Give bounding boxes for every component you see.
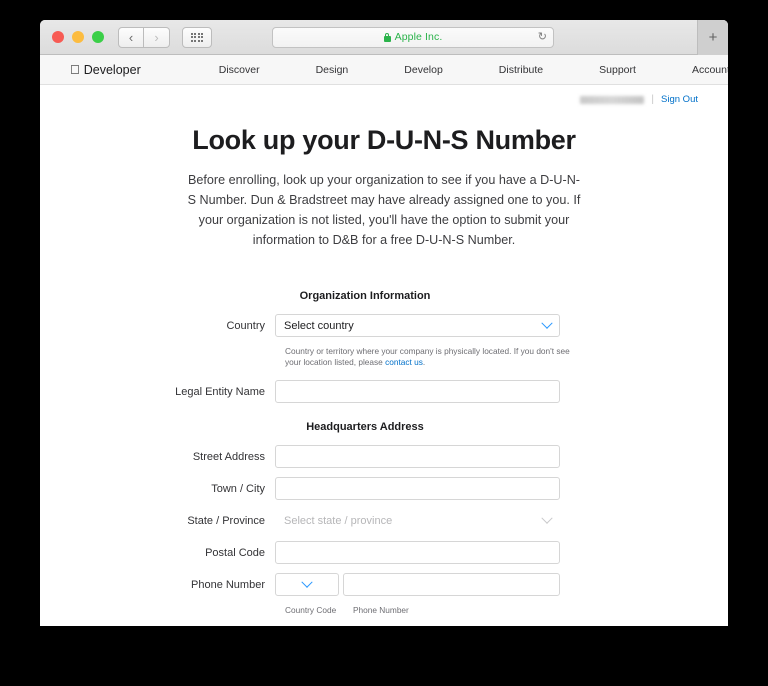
street-address-label: Street Address [192,450,265,463]
country-code-select[interactable] [275,573,339,596]
navigation-buttons: ‹ › [118,26,170,48]
lock-icon [383,32,391,42]
street-address-input[interactable] [275,445,560,468]
contact-us-link[interactable]: contact us [385,357,423,367]
field-row-postal-code: Postal Code [40,541,728,564]
back-button[interactable]: ‹ [118,26,144,48]
site-name-label: Apple Inc. [394,31,443,43]
maximize-window-button[interactable] [92,31,104,43]
field-row-country: Country Select country [40,314,728,337]
sign-out-link[interactable]: Sign Out [661,94,698,105]
field-row-street-address: Street Address [40,445,728,468]
nav-item-develop[interactable]: Develop [376,64,471,76]
reload-icon[interactable]: ↻ [538,31,547,43]
phone-controls [275,573,560,596]
window-controls [52,31,104,43]
chevron-left-icon: ‹ [128,29,134,45]
apple-logo-icon:  [70,63,80,76]
phone-number-input[interactable] [343,573,560,596]
nav-item-design[interactable]: Design [288,64,377,76]
state-province-select[interactable]: Select state / province [275,509,560,532]
country-label: Country [226,319,265,332]
postal-code-input[interactable] [275,541,560,564]
chevron-down-icon [541,317,553,329]
address-bar[interactable]: Apple Inc. ↻ [272,26,554,48]
chevron-right-icon: › [154,29,159,45]
nav-item-support[interactable]: Support [571,64,664,76]
address-bar-container: Apple Inc. ↻ [272,26,554,48]
new-tab-button[interactable]: + [697,20,728,55]
field-row-town-city: Town / City [40,477,728,500]
site-navigation-bar:  Developer Discover Design Develop Dist… [40,55,728,85]
country-helper-text: Country or territory where your company … [285,346,570,368]
section-title-headquarters: Headquarters Address [306,421,424,433]
browser-toolbar: ‹ › Apple Inc. ↻ + [40,20,728,55]
forward-button[interactable]: › [144,26,170,48]
country-helper-suffix: . [422,357,426,367]
state-province-label: State / Province [187,514,265,527]
field-row-state-province: State / Province Select state / province [40,509,728,532]
account-bar: | Sign Out [40,85,728,105]
town-city-input[interactable] [275,477,560,500]
chevron-down-icon [301,576,313,588]
duns-lookup-form: Organization Information Country Select … [40,290,728,615]
show-all-tabs-button[interactable] [182,26,212,48]
state-province-select-value: Select state / province [284,514,393,527]
town-city-label: Town / City [211,482,265,495]
nav-item-discover[interactable]: Discover [191,64,288,76]
chevron-down-icon [541,512,553,524]
country-helper-prefix: Country or territory where your company … [285,346,570,367]
page-intro-text: Before enrolling, look up your organizat… [187,173,581,247]
page-content: | Sign Out Look up your D-U-N-S Number B… [40,85,728,626]
browser-window: ‹ › Apple Inc. ↻ +  [40,20,728,626]
phone-sub-labels: Country Code Phone Number [285,605,728,615]
nav-item-account[interactable]: Account [664,64,728,76]
country-code-sublabel: Country Code [285,605,337,615]
minimize-window-button[interactable] [72,31,84,43]
country-select[interactable]: Select country [275,314,560,337]
phone-number-label: Phone Number [191,578,265,591]
section-title-organization: Organization Information [299,290,431,302]
plus-icon: + [708,29,718,46]
phone-number-sublabel: Phone Number [353,605,409,615]
username-redacted [580,95,645,104]
nav-item-distribute[interactable]: Distribute [471,64,571,76]
nav-links: Discover Design Develop Distribute Suppo… [191,64,728,76]
field-row-legal-entity: Legal Entity Name [40,380,728,403]
legal-entity-label: Legal Entity Name [175,385,265,398]
separator: | [651,94,655,105]
brand-label: Developer [74,62,141,77]
grid-icon [190,32,204,42]
legal-entity-input[interactable] [275,380,560,403]
country-select-value: Select country [284,319,354,332]
page-title: Look up your D-U-N-S Number [192,125,576,155]
field-row-phone-number: Phone Number [40,573,728,596]
apple-developer-logo[interactable]:  Developer [70,63,141,77]
postal-code-label: Postal Code [205,546,265,559]
close-window-button[interactable] [52,31,64,43]
